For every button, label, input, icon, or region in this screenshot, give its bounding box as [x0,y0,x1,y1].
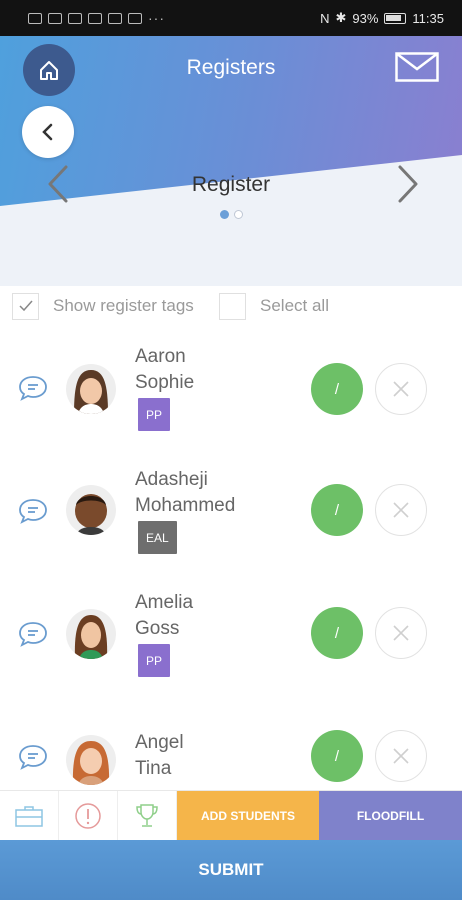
notification-icons: ··· [28,10,165,26]
status-right: N ✱ 93% 11:35 [320,10,444,26]
register-tag: EAL [138,521,177,554]
app-icon [128,12,142,24]
register-header: Registers Register [0,36,462,286]
present-button[interactable]: / [311,363,363,415]
comment-icon[interactable] [18,498,48,524]
comment-icon[interactable] [18,621,48,647]
mail-icon [395,52,439,82]
close-icon [393,502,409,518]
student-last-name: Mohammed [135,495,236,516]
linkedin-icon [68,12,82,24]
next-register-arrow[interactable] [394,164,422,204]
avatar [66,364,116,414]
bottom-toolbar: ADD STUDENTS FLOODFILL [0,790,462,841]
signal-icon [28,12,42,24]
select-all-checkbox[interactable] [219,292,246,320]
show-register-tags-option[interactable]: Show register tags [12,292,194,320]
floodfill-button[interactable]: FLOODFILL [319,791,462,841]
twitter-icon [108,12,122,24]
avatar [66,735,116,785]
student-row: Aaron Sophie PP / [0,340,462,440]
student-first-name: Aaron [135,346,186,367]
comment-icon[interactable] [18,375,48,401]
absent-button[interactable] [375,730,427,782]
student-row: Amelia Goss PP / [0,586,462,686]
student-last-name: Goss [135,618,180,639]
home-icon [40,61,58,80]
student-first-name: Amelia [135,592,194,613]
home-button[interactable] [23,44,75,96]
student-first-name: Adasheji [135,469,208,490]
select-all-label: Select all [260,296,329,315]
battery-percent: 93% [352,10,379,26]
trophy-icon [136,804,158,827]
register-title: Register [191,173,271,196]
absent-button[interactable] [375,363,427,415]
page-dot-active [219,210,229,219]
briefcase-button[interactable] [0,791,59,841]
nfc-icon: N [320,10,330,26]
select-all-option[interactable]: Select all [219,292,329,320]
clock: 11:35 [412,10,444,26]
student-row: Angel Tina / [0,727,462,790]
present-button[interactable]: / [311,484,363,536]
close-icon [393,625,409,641]
add-students-button[interactable]: ADD STUDENTS [177,791,319,841]
student-last-name: Sophie [135,372,195,393]
chevron-left-icon [42,123,53,141]
page-indicator [0,210,462,219]
trophy-button[interactable] [118,791,177,841]
student-first-name: Angel [135,732,184,753]
show-tags-label: Show register tags [53,296,194,315]
page-dot [233,210,243,219]
close-icon [393,381,409,397]
alert-button[interactable] [59,791,118,841]
student-row: Adasheji Mohammed EAL / [0,463,462,563]
battery-icon [384,12,407,24]
messages-button[interactable] [394,50,440,84]
back-button[interactable] [22,106,74,158]
present-button[interactable]: / [311,607,363,659]
show-tags-checkbox[interactable] [12,292,39,320]
absent-button[interactable] [375,484,427,536]
student-last-name: Tina [135,758,172,779]
bluetooth-icon: ✱ [335,10,347,25]
register-tag: PP [138,644,171,677]
alert-icon [75,803,101,829]
briefcase-icon [15,806,43,827]
checkmark-icon [18,300,33,312]
more-notifications-icon: ··· [148,10,165,26]
submit-button[interactable]: SUBMIT [0,840,462,900]
close-icon [393,748,409,764]
register-tag: PP [138,398,171,431]
present-button[interactable]: / [311,730,363,782]
avatar [66,609,116,659]
avatar [66,485,116,535]
wifi-icon [48,12,62,24]
absent-button[interactable] [375,607,427,659]
youtube-icon [88,12,102,24]
register-options: Show register tags Select all [0,286,462,326]
status-bar: ··· N ✱ 93% 11:35 [0,0,462,36]
comment-icon[interactable] [18,744,48,770]
